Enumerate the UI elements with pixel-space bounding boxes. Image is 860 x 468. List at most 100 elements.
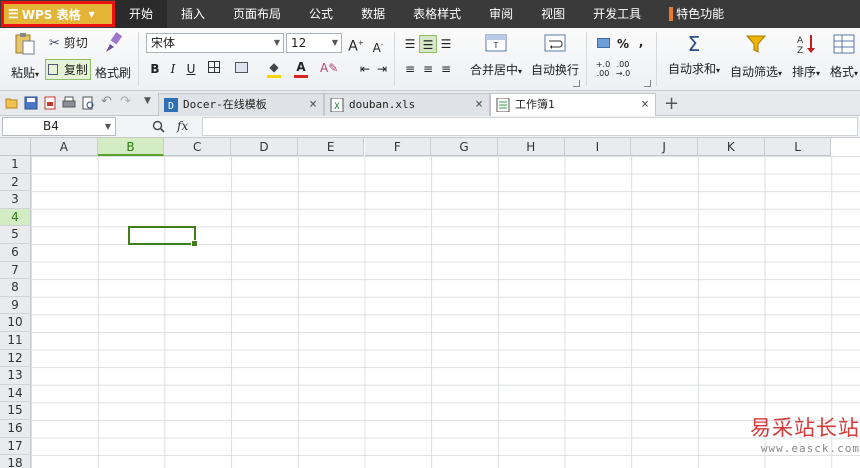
wrap-text-button[interactable]: 自动换行 — [530, 34, 580, 78]
open-folder-icon[interactable] — [5, 96, 19, 110]
bold-button[interactable]: B — [146, 60, 164, 78]
doc-tab-douban[interactable]: X douban.xls × — [324, 93, 490, 116]
sort-button[interactable]: A Z 排序▾ — [788, 34, 824, 80]
format-button[interactable]: 格式▾ — [828, 34, 860, 80]
align-top-icon[interactable]: ☰ — [401, 35, 419, 53]
doc-tab-docer[interactable]: D Docer-在线模板 × — [158, 93, 324, 116]
tab-developer[interactable]: 开发工具 — [579, 0, 655, 28]
row-header[interactable]: 12 — [0, 349, 31, 368]
column-header[interactable]: I — [564, 138, 632, 156]
underline-button[interactable]: U — [182, 60, 200, 78]
name-box[interactable]: B4 ▼ — [2, 117, 116, 136]
column-header[interactable]: F — [364, 138, 432, 156]
row-header[interactable]: 18 — [0, 455, 31, 468]
fill-color-icon[interactable]: ◆ — [265, 58, 283, 78]
close-icon[interactable]: × — [309, 94, 317, 116]
percent-button[interactable]: % — [614, 35, 632, 53]
row-header[interactable]: 4 — [0, 208, 31, 227]
row-header[interactable]: 13 — [0, 367, 31, 385]
format-painter-button[interactable]: 格式刷 — [94, 32, 132, 81]
row-header[interactable]: 16 — [0, 420, 31, 438]
align-middle-icon[interactable]: ☰ — [419, 35, 437, 53]
row-header[interactable]: 9 — [0, 296, 31, 315]
doc-tab-workbook1[interactable]: 工作簿1 × — [490, 93, 656, 117]
font-size-select[interactable]: 12 ▼ — [286, 33, 342, 53]
customize-toolbar-icon[interactable]: ▼ — [144, 96, 158, 110]
tab-formulas[interactable]: 公式 — [295, 0, 347, 28]
column-header[interactable]: A — [31, 138, 98, 156]
undo-icon[interactable]: ↶ — [101, 94, 115, 109]
tab-home[interactable]: 开始 — [115, 0, 168, 28]
print-preview-icon[interactable] — [81, 96, 95, 110]
export-pdf-icon[interactable] — [43, 96, 57, 110]
tab-table-style[interactable]: 表格样式 — [399, 0, 475, 28]
align-right-icon[interactable]: ≡ — [437, 60, 455, 78]
tab-review[interactable]: 审阅 — [475, 0, 527, 28]
column-header[interactable]: G — [431, 138, 498, 156]
autosum-button[interactable]: Σ 自动求和▾ — [664, 34, 724, 77]
row-header[interactable]: 7 — [0, 261, 31, 280]
indent-decrease-icon[interactable]: ⇤ — [356, 60, 374, 78]
align-bottom-icon[interactable]: ☰ — [437, 35, 455, 53]
row-header[interactable]: 14 — [0, 384, 31, 403]
column-header[interactable]: L — [764, 138, 832, 156]
tab-page-layout[interactable]: 页面布局 — [219, 0, 295, 28]
tab-insert[interactable]: 插入 — [167, 0, 219, 28]
row-header[interactable]: 11 — [0, 332, 31, 350]
row-header[interactable]: 8 — [0, 279, 31, 297]
cut-button[interactable]: ✂ 剪切 — [49, 34, 88, 51]
comma-button[interactable]: , — [632, 33, 650, 51]
cell-area[interactable] — [31, 156, 860, 468]
paste-button[interactable]: 粘贴▾ — [8, 32, 42, 81]
copy-button[interactable]: 复制 — [45, 59, 91, 80]
select-all-corner[interactable] — [0, 138, 31, 156]
cell-style-icon[interactable] — [232, 60, 250, 78]
column-header[interactable]: D — [231, 138, 298, 156]
app-menu-button[interactable]: ☰ WPS 表格 ▼ — [1, 1, 115, 27]
font-name-select[interactable]: 宋体 ▼ — [146, 33, 284, 53]
indent-increase-icon[interactable]: ⇥ — [373, 60, 391, 78]
row-header[interactable]: 15 — [0, 402, 31, 420]
decrease-font-icon[interactable]: A- — [369, 36, 387, 55]
tab-special-features[interactable]: 特色功能 — [655, 0, 738, 28]
save-icon[interactable] — [24, 96, 38, 110]
increase-font-icon[interactable]: A+ — [347, 34, 365, 55]
close-icon[interactable]: × — [641, 94, 649, 116]
formula-input[interactable] — [202, 117, 858, 136]
align-center-icon[interactable]: ≡ — [419, 60, 437, 78]
new-tab-plus-icon[interactable]: + — [664, 93, 679, 114]
active-cell[interactable] — [128, 226, 198, 247]
number-dialog-launcher[interactable] — [644, 80, 651, 87]
close-icon[interactable]: × — [475, 94, 483, 116]
zoom-search-icon[interactable] — [152, 120, 165, 133]
increase-decimal-icon[interactable]: +.0.00 — [594, 60, 612, 78]
align-left-icon[interactable]: ≡ — [401, 60, 419, 78]
column-header[interactable]: H — [497, 138, 565, 156]
row-header[interactable]: 5 — [0, 226, 31, 244]
insert-function-button[interactable]: fx — [177, 119, 188, 133]
row-header[interactable]: 17 — [0, 437, 31, 456]
decrease-decimal-icon[interactable]: .00 →.0 — [614, 60, 632, 78]
column-header[interactable]: C — [164, 138, 232, 156]
row-header[interactable]: 2 — [0, 173, 31, 192]
column-header[interactable]: E — [297, 138, 365, 156]
currency-format-icon[interactable] — [594, 35, 612, 53]
font-color-icon[interactable]: A — [292, 58, 310, 78]
print-icon[interactable] — [62, 96, 76, 110]
merge-center-button[interactable]: T 合并居中▾ — [466, 34, 526, 78]
tab-view[interactable]: 视图 — [527, 0, 579, 28]
alignment-dialog-launcher[interactable] — [573, 80, 580, 87]
border-icon[interactable] — [205, 60, 223, 78]
row-header[interactable]: 3 — [0, 191, 31, 209]
column-header[interactable]: J — [631, 138, 698, 156]
column-header[interactable]: K — [698, 138, 765, 156]
row-header[interactable]: 10 — [0, 314, 31, 332]
italic-button[interactable]: I — [164, 60, 182, 78]
redo-icon[interactable]: ↷ — [120, 94, 134, 109]
row-header[interactable]: 6 — [0, 244, 31, 262]
clear-format-icon[interactable]: A✎ — [320, 59, 338, 77]
column-header[interactable]: B — [97, 138, 165, 156]
tab-data[interactable]: 数据 — [347, 0, 399, 28]
autofilter-button[interactable]: 自动筛选▾ — [728, 34, 784, 80]
row-header[interactable]: 1 — [0, 156, 31, 174]
